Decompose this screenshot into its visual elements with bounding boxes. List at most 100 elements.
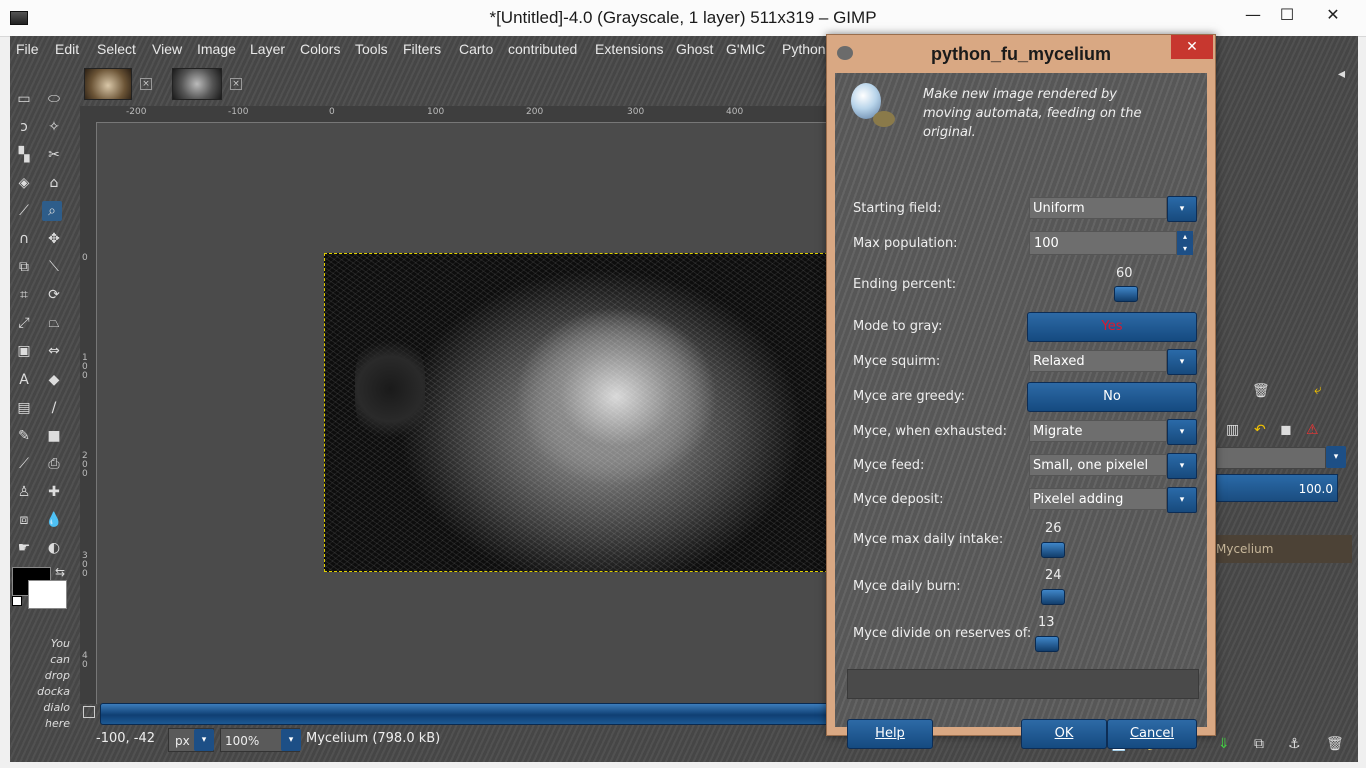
menu-layer[interactable]: Layer — [250, 41, 285, 57]
background-color-swatch[interactable] — [28, 580, 67, 609]
image-canvas-mycelium-leopard[interactable] — [324, 253, 828, 572]
myce-exhausted-select[interactable]: Migrate — [1029, 420, 1167, 442]
horizontal-scrollbar[interactable] — [100, 703, 830, 725]
scissors-icon[interactable]: ✂ — [44, 145, 64, 165]
myce-exhausted-dropdown-icon[interactable]: ▾ — [1167, 419, 1197, 445]
lasso-icon[interactable]: ↄ — [14, 117, 34, 137]
dock-menu-icon[interactable]: ◂ — [1338, 66, 1345, 82]
max-population-stepper[interactable]: ▴ ▾ — [1177, 231, 1193, 255]
shear-icon[interactable]: ⏢ — [44, 313, 64, 333]
menu-carto[interactable]: Carto — [459, 41, 493, 57]
starting-field-select[interactable]: Uniform — [1029, 197, 1167, 219]
starting-field-dropdown-icon[interactable]: ▾ — [1167, 196, 1197, 222]
max-population-input[interactable]: 100 — [1029, 231, 1177, 255]
maximize-button[interactable]: ☐ — [1264, 0, 1310, 30]
myce-daily-burn-slider[interactable] — [1041, 589, 1065, 605]
close-tab-icon[interactable]: × — [230, 78, 242, 90]
align-icon[interactable]: ⧉ — [14, 257, 34, 277]
trash-icon[interactable]: 🗑 — [1252, 383, 1270, 399]
zoom-icon[interactable]: ⌕ — [42, 201, 62, 221]
close-tab-icon[interactable]: × — [140, 78, 152, 90]
myce-feed-select[interactable]: Small, one pixelel — [1029, 454, 1167, 476]
heal-icon[interactable]: ✚ — [44, 482, 64, 502]
menu-contributed[interactable]: contributed — [508, 41, 577, 57]
flip-icon[interactable]: ⇔ — [44, 341, 64, 361]
rect-select-icon[interactable]: ▭ — [14, 89, 34, 109]
close-window-button[interactable]: ✕ — [1310, 0, 1356, 30]
knife-icon[interactable]: ⟍ — [44, 257, 64, 277]
color-picker-icon[interactable]: ⟋ — [14, 201, 34, 221]
anchor-layer-icon[interactable]: ⚓ — [1288, 736, 1301, 752]
crop-icon[interactable]: ⌗ — [14, 285, 34, 305]
menu-colors[interactable]: Colors — [300, 41, 340, 57]
undo-history-icon[interactable]: ⤶ — [1314, 382, 1322, 398]
myce-squirm-dropdown-icon[interactable]: ▾ — [1167, 349, 1197, 375]
myce-feed-dropdown-icon[interactable]: ▾ — [1167, 453, 1197, 479]
select-by-color-icon[interactable]: ▚ — [14, 145, 34, 165]
image-tab-thumbnail-mycelium[interactable] — [172, 68, 222, 100]
blur-icon[interactable]: 💧 — [44, 510, 64, 530]
myce-deposit-dropdown-icon[interactable]: ▾ — [1167, 487, 1197, 513]
horizontal-ruler[interactable]: -200 -100 0 100 200 300 400 — [96, 106, 828, 123]
delete-layer-icon[interactable]: 🗑 — [1326, 736, 1344, 752]
zoom-dropdown-icon[interactable]: ▾ — [281, 729, 301, 751]
perspective-icon[interactable]: ▣ — [14, 341, 34, 361]
airbrush-icon[interactable]: ⟋ — [14, 454, 34, 474]
dialog-close-button[interactable]: ✕ — [1171, 35, 1213, 59]
image-tab-thumbnail-original[interactable] — [84, 68, 132, 100]
myce-squirm-select[interactable]: Relaxed — [1029, 350, 1167, 372]
menu-gmic[interactable]: G'MIC — [726, 41, 765, 57]
swap-colors-icon[interactable]: ⇆ — [55, 565, 65, 579]
scale-icon[interactable]: ⤢ — [14, 313, 34, 333]
myce-greedy-toggle[interactable]: No — [1027, 382, 1197, 412]
cancel-button[interactable]: Cancel — [1107, 719, 1197, 749]
dodge-burn-icon[interactable]: ◐ — [44, 538, 64, 558]
measure-icon[interactable]: ∩ — [14, 229, 34, 249]
patterns-icon[interactable]: ◼ — [1280, 422, 1292, 438]
mode-to-gray-toggle[interactable]: Yes — [1027, 312, 1197, 342]
menu-filters[interactable]: Filters — [403, 41, 441, 57]
gradient-icon[interactable]: ▤ — [14, 398, 34, 418]
foreground-select-icon[interactable]: ◈ — [14, 173, 34, 193]
menu-ghost[interactable]: Ghost — [676, 41, 713, 57]
menu-image[interactable]: Image — [197, 41, 236, 57]
myce-max-intake-slider[interactable] — [1041, 542, 1065, 558]
ok-button[interactable]: OK — [1021, 719, 1107, 749]
eraser-icon[interactable]: ■ — [44, 426, 64, 446]
menu-select[interactable]: Select — [97, 41, 136, 57]
magic-wand-icon[interactable]: ✧ — [44, 117, 64, 137]
paintbrush-icon[interactable]: ✎ — [14, 426, 34, 446]
layer-row-mycelium[interactable]: Mycelium — [1212, 535, 1352, 563]
pencil-icon[interactable]: / — [44, 398, 64, 418]
clone-icon[interactable]: ♙ — [14, 482, 34, 502]
default-colors-icon[interactable] — [12, 596, 22, 606]
ink-icon[interactable]: ⎙ — [44, 454, 64, 474]
ending-percent-slider[interactable] — [1114, 286, 1138, 302]
duplicate-layer-icon[interactable]: ⧉ — [1254, 736, 1264, 752]
myce-divide-slider[interactable] — [1035, 636, 1059, 652]
paths-dock-icon[interactable]: ↶ — [1254, 422, 1266, 438]
perspective-clone-icon[interactable]: ⧈ — [14, 510, 34, 530]
help-button[interactable]: Help — [847, 719, 933, 749]
bucket-fill-icon[interactable]: ◆ — [44, 370, 64, 390]
rotate-icon[interactable]: ⟳ — [44, 285, 64, 305]
menu-extensions[interactable]: Extensions — [595, 41, 663, 57]
lower-layer-icon[interactable]: ⇓ — [1218, 736, 1230, 752]
text-icon[interactable]: A — [14, 370, 34, 390]
channels-icon[interactable]: ▥ — [1226, 422, 1239, 438]
menu-file[interactable]: File — [16, 41, 39, 57]
move-icon[interactable]: ✥ — [44, 229, 64, 249]
opacity-field[interactable]: 100.0 — [1216, 474, 1338, 502]
menu-view[interactable]: View — [152, 41, 182, 57]
unit-dropdown-icon[interactable]: ▾ — [194, 729, 214, 751]
vertical-ruler[interactable]: 0 1 0 0 2 0 0 3 0 0 4 0 — [80, 122, 97, 704]
myce-deposit-select[interactable]: Pixelel adding — [1029, 488, 1167, 510]
smudge-icon[interactable]: ☛ — [14, 538, 34, 558]
layer-mode-select[interactable] — [1216, 447, 1326, 469]
navigate-icon[interactable] — [83, 706, 95, 718]
layer-mode-dropdown-icon[interactable]: ▾ — [1326, 446, 1346, 468]
menu-python[interactable]: Python- — [782, 41, 830, 57]
warning-icon[interactable]: ⚠ — [1306, 422, 1319, 438]
menu-tools[interactable]: Tools — [355, 41, 388, 57]
ellipse-select-icon[interactable]: ⬭ — [44, 89, 64, 109]
